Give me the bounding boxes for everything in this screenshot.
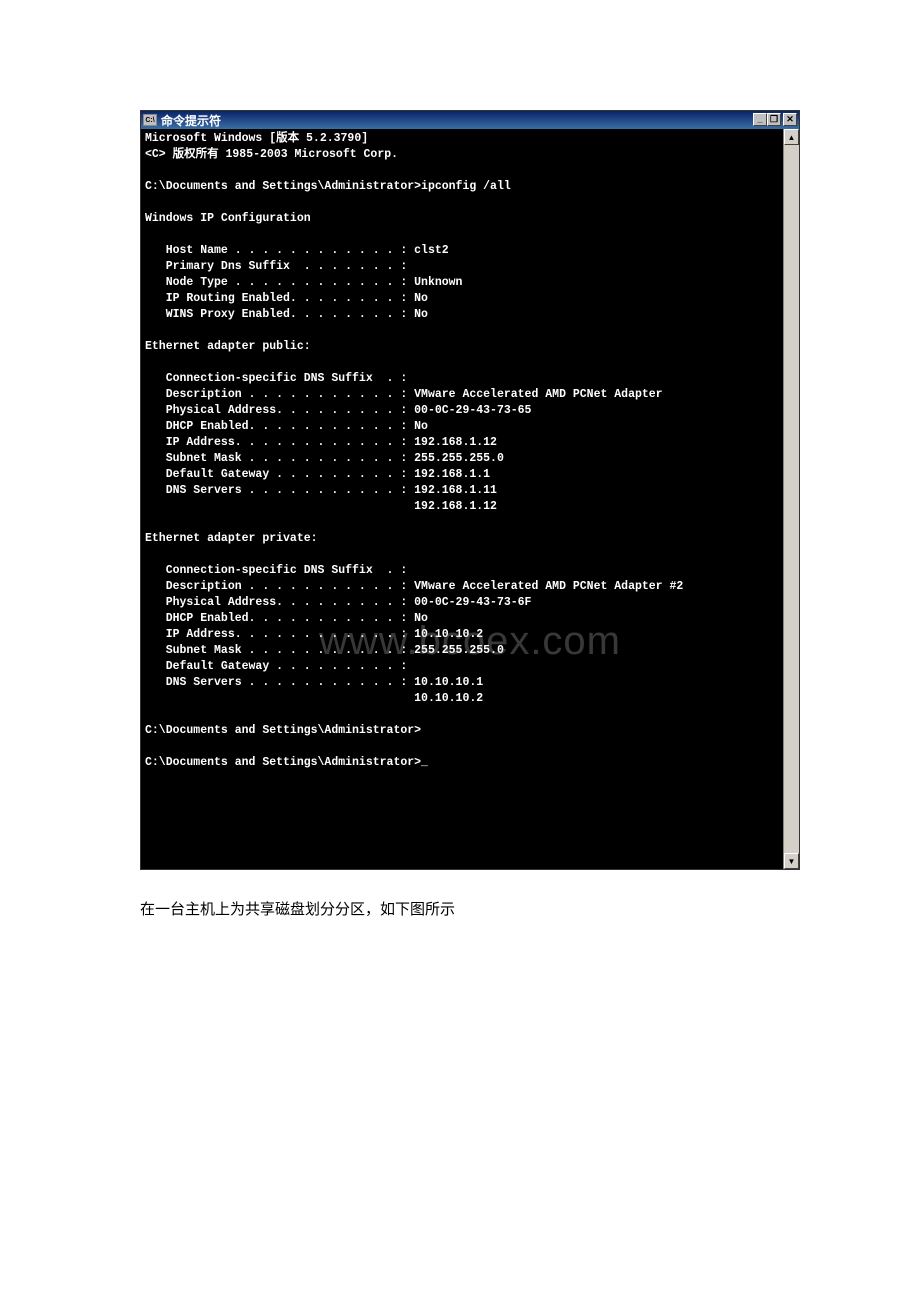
close-button[interactable]: ✕ (783, 113, 797, 126)
command-prompt-window: C:\ 命令提示符 _ ❐ ✕ Microsoft Windows [版本 5.… (140, 110, 800, 870)
window-titlebar[interactable]: C:\ 命令提示符 _ ❐ ✕ (141, 111, 799, 129)
window-controls: _ ❐ ✕ (753, 113, 797, 126)
maximize-button[interactable]: ❐ (767, 113, 781, 126)
document-container: C:\ 命令提示符 _ ❐ ✕ Microsoft Windows [版本 5.… (140, 110, 780, 919)
terminal-body: Microsoft Windows [版本 5.2.3790] <C> 版权所有… (141, 129, 799, 869)
vertical-scrollbar[interactable]: ▲ ▼ (783, 129, 799, 869)
caption-text: 在一台主机上为共享磁盘划分分区，如下图所示 (140, 898, 780, 919)
minimize-button[interactable]: _ (753, 113, 767, 126)
scroll-down-button[interactable]: ▼ (784, 853, 799, 869)
scroll-up-button[interactable]: ▲ (784, 129, 799, 145)
terminal-output[interactable]: Microsoft Windows [版本 5.2.3790] <C> 版权所有… (141, 129, 783, 869)
window-title: 命令提示符 (161, 112, 221, 129)
cmd-icon: C:\ (143, 114, 157, 126)
